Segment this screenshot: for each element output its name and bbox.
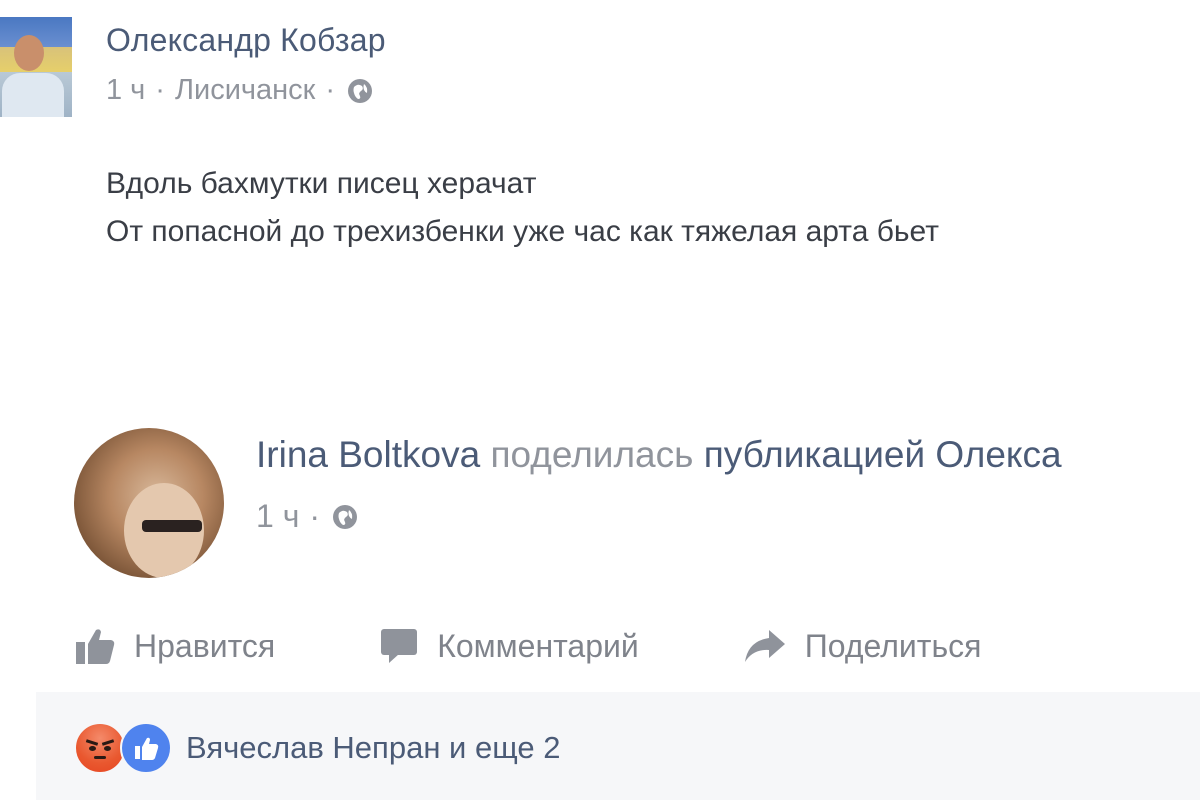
comment-button[interactable]: Комментарий	[379, 627, 639, 665]
shared-publication-link[interactable]: публикацией Олекса	[704, 434, 1062, 475]
globe-icon[interactable]	[345, 76, 375, 106]
thumbs-up-icon	[74, 626, 116, 666]
share-meta: 1 ч ·	[256, 498, 360, 535]
meta-separator: ·	[155, 74, 165, 106]
like-label: Нравится	[134, 627, 276, 664]
share-arrow-icon	[743, 628, 787, 664]
share-verb: поделилась	[490, 434, 694, 475]
post-line: Вдоль бахмутки писец херачат	[106, 167, 537, 200]
share-label: Поделиться	[804, 627, 982, 664]
share-header: Irina Boltkova поделилась публикацией Ол…	[256, 434, 1062, 476]
original-post-meta: 1 ч · Лисичанск ·	[106, 74, 375, 107]
like-button[interactable]: Нравится	[74, 626, 275, 666]
original-author-name[interactable]: Олександр Кобзар	[106, 22, 386, 59]
original-author-avatar[interactable]	[0, 17, 72, 117]
original-post-time[interactable]: 1 ч	[106, 74, 145, 107]
original-post-location[interactable]: Лисичанск	[175, 74, 315, 107]
meta-separator: ·	[309, 498, 321, 534]
globe-icon[interactable]	[330, 502, 360, 532]
speech-bubble-icon	[379, 627, 419, 665]
reactions-summary[interactable]: Вячеслав Непран и еще 2	[74, 722, 560, 774]
post-line: От попасной до трехизбенки уже час как т…	[106, 215, 939, 248]
reactions-text[interactable]: Вячеслав Непран и еще 2	[186, 730, 560, 766]
meta-separator: ·	[325, 74, 336, 106]
sharer-avatar[interactable]	[74, 428, 224, 578]
angry-reaction-icon	[74, 722, 126, 774]
post-body: Вдоль бахмутки писец херачат От попасной…	[106, 160, 939, 256]
post-actions: Нравится Комментарий Поделиться	[74, 616, 981, 676]
share-time[interactable]: 1 ч	[256, 498, 299, 535]
share-button[interactable]: Поделиться	[743, 627, 982, 665]
sharer-name[interactable]: Irina Boltkova	[256, 434, 480, 475]
reactions-bar: Вячеслав Непран и еще 2	[36, 692, 1200, 800]
comment-label: Комментарий	[437, 627, 639, 664]
like-reaction-icon	[120, 722, 172, 774]
